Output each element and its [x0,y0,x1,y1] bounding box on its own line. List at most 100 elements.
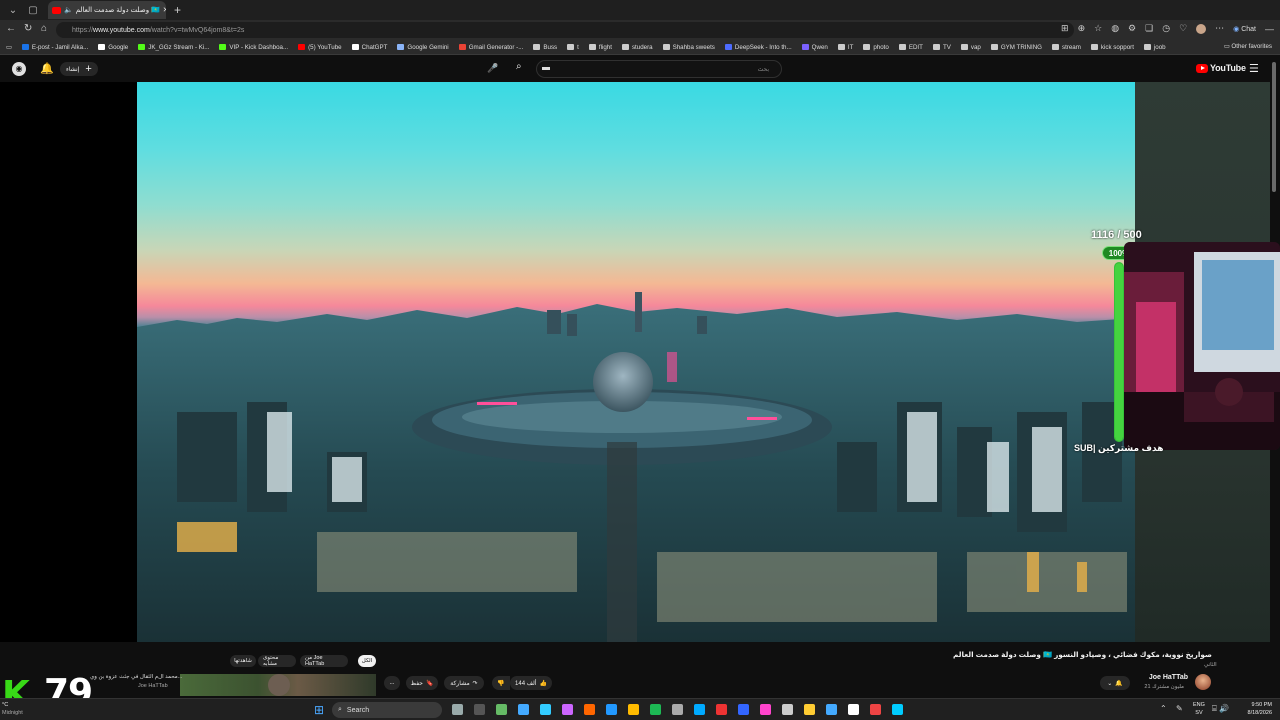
bookmark-item[interactable]: E-post - Jamil Alka... [21,44,88,51]
bookmark-item[interactable]: flight [588,44,612,51]
bookmark-item[interactable]: DeepSeek - Into th... [724,44,792,51]
home-icon[interactable]: ⌂ [41,23,47,34]
bookmark-item[interactable]: JK_GGz Stream - Ki... [138,44,209,51]
bookmark-item[interactable]: vap [960,44,981,51]
favorite-star-icon[interactable]: ☆ [1094,23,1102,34]
taskbar-app-icon[interactable] [826,704,837,715]
heart-icon[interactable]: ♡ [1179,23,1187,34]
create-button[interactable]: إنشاء + [60,62,98,76]
tray-pen-icon[interactable]: ✎ [1176,704,1183,713]
profile-avatar[interactable] [1196,23,1207,34]
filter-chip[interactable]: شاهدتها [230,655,256,667]
account-avatar[interactable]: ◉ [12,62,26,76]
channel-name[interactable]: Joe HaTTab [1149,674,1188,681]
taskbar-app-icon[interactable] [716,704,727,715]
bookmark-item[interactable]: t [567,44,579,51]
taskbar-app-icon[interactable] [650,704,661,715]
notifications-bell-icon[interactable]: 🔔 [40,62,54,75]
copilot-chat-button[interactable]: ◉ Chat [1233,25,1256,33]
back-icon[interactable]: ← [6,23,16,34]
tab-audio-icon[interactable]: 🔈 [64,6,73,14]
taskbar-app-icon[interactable] [760,704,771,715]
taskbar-app-icon[interactable] [606,704,617,715]
favorites-icon[interactable]: ❏ [1145,23,1153,34]
taskbar-app-icon[interactable] [672,704,683,715]
youtube-logo[interactable]: YouTube [1196,63,1246,73]
filter-chip[interactable]: الكل [358,655,376,667]
like-button[interactable]: 144 ألف 👍 [510,676,552,690]
bookmark-item[interactable]: IT [837,44,853,51]
more-actions-button[interactable]: ... [384,676,400,690]
taskbar-app-icon[interactable] [540,704,551,715]
bookmark-item[interactable]: Google [98,44,128,51]
taskbar-app-icon[interactable] [628,704,639,715]
dislike-button[interactable]: 👎 [492,676,510,690]
taskbar-app-icon[interactable] [496,704,507,715]
clock[interactable]: 9:50 PM 8/18/2026 [1248,701,1272,717]
active-tab[interactable]: 🔈 وصلت دولة صدمت العالم 🇰🇿 ✕ [48,1,166,19]
taskbar-app-icon[interactable] [474,704,485,715]
guide-menu-icon[interactable]: ☰ [1249,62,1259,75]
more-menu-icon[interactable]: ⋯ [1215,23,1224,34]
taskbar-app-icon[interactable] [738,704,749,715]
apps-icon[interactable]: ⊞ [1061,23,1069,34]
taskbar-search[interactable]: ⌕ Search [332,702,442,718]
bookmark-item[interactable]: (5) YouTube [298,44,342,51]
related-video-channel[interactable]: Joe HaTTab [138,683,168,689]
video-player[interactable] [137,82,1135,642]
taskbar-app-icon[interactable] [562,704,573,715]
taskbar-app-icon[interactable] [584,704,595,715]
url-field[interactable]: https://www.youtube.com/watch?v=twMvQ64j… [56,22,1074,38]
extension-icon[interactable]: ◍ [1111,23,1119,34]
weather-widget[interactable]: °C Midnight [2,701,23,717]
zoom-icon[interactable]: ⊕ [1078,23,1086,34]
save-button[interactable]: حفظ 🔖 [406,676,438,690]
bookmark-item[interactable]: photo [863,44,889,51]
new-tab-button[interactable]: + [174,3,181,17]
taskbar-app-icon[interactable] [848,704,859,715]
taskbar-app-icon[interactable] [892,704,903,715]
taskbar-app-icon[interactable] [452,704,463,715]
bookmark-item[interactable]: EDIT [898,44,923,51]
voice-search-mic-icon[interactable]: 🎤 [486,61,500,75]
tray-overflow-icon[interactable]: ⌃ [1160,704,1167,713]
bookmark-item[interactable]: TV [932,44,951,51]
channel-avatar[interactable] [1195,674,1211,690]
filter-chip[interactable]: محتوى مشابه [258,655,296,667]
tab-close-icon[interactable]: ✕ [163,6,166,14]
windows-start-icon[interactable]: ⊞ [314,703,324,717]
filter-chip[interactable]: من Joe HaTTab [300,655,348,667]
settings-gear-icon[interactable]: ⚙ [1128,23,1136,34]
share-button[interactable]: مشاركة ↷ [444,676,484,690]
subscribed-bell-button[interactable]: ⌄ 🔔 [1100,676,1130,690]
bookmark-item[interactable]: GYM TRINING [990,44,1042,51]
bookmark-item[interactable]: Qwen [801,44,828,51]
taskbar-app-icon[interactable] [694,704,705,715]
refresh-icon[interactable]: ↻ [24,23,32,34]
bookmark-item[interactable]: Gmail Generator -... [458,44,523,51]
related-video-thumbnail[interactable] [180,674,376,696]
network-volume-icon[interactable]: ⌸ 🔊 [1212,704,1229,714]
related-video-title[interactable]: محمد ال‌م الثقال في جثث عزو‌ة بن وي... [90,674,182,680]
bookmark-item[interactable]: kick sopport [1090,44,1134,51]
bookmark-item[interactable]: ChatGPT [351,44,387,51]
bookmark-item[interactable]: Google Gemini [397,44,449,51]
bookmark-item[interactable]: stream [1051,44,1081,51]
bookmark-item[interactable]: studera [621,44,653,51]
other-favorites-folder[interactable]: ▭ Other favorites [1224,43,1272,50]
bookmark-item[interactable]: VIP - Kick Dashboa... [219,44,288,51]
search-input[interactable]: بحث [536,60,782,78]
tab-actions-chevron-icon[interactable]: ⌄ [6,3,20,17]
bookmark-item[interactable]: joob [1143,44,1166,51]
bookmark-item[interactable]: Shahba sweets [662,44,715,51]
page-scrollbar[interactable] [1272,62,1276,192]
workspaces-icon[interactable]: ▢ [26,3,40,17]
taskbar-app-icon[interactable] [518,704,529,715]
minimize-icon[interactable]: — [1265,24,1274,34]
search-icon[interactable]: ⌕ [516,61,522,72]
history-icon[interactable]: ◷ [1162,23,1170,34]
bookmark-item[interactable]: Buss [533,44,557,51]
taskbar-app-icon[interactable] [870,704,881,715]
taskbar-app-icon[interactable] [782,704,793,715]
taskbar-app-icon[interactable] [804,704,815,715]
